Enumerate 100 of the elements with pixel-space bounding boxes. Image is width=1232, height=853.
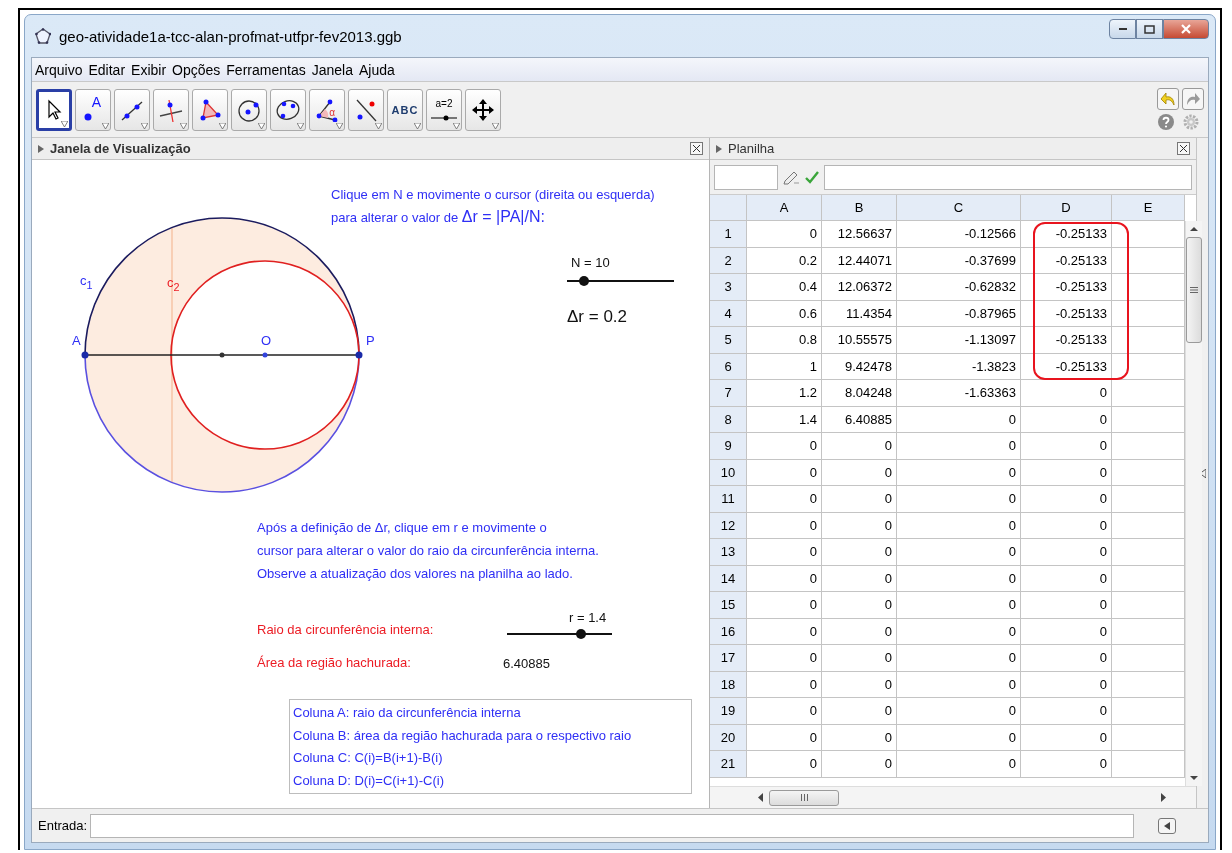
menu-item[interactable]: Opções bbox=[172, 60, 221, 79]
table-cell: 0 bbox=[897, 512, 1021, 539]
table-cell: 0 bbox=[747, 618, 822, 645]
menu-item[interactable]: Exibir bbox=[131, 60, 167, 79]
column-header[interactable]: E bbox=[1112, 195, 1185, 221]
menu-item[interactable]: Janela bbox=[311, 60, 353, 79]
tool-button[interactable]: a=2 bbox=[426, 88, 462, 131]
tool-button[interactable] bbox=[192, 88, 228, 131]
expand-icon[interactable] bbox=[38, 144, 44, 153]
tool-button[interactable] bbox=[114, 88, 150, 131]
expand-icon[interactable] bbox=[716, 144, 722, 153]
move-icon bbox=[471, 97, 495, 122]
minimize-icon bbox=[1118, 28, 1127, 30]
row-header[interactable]: 21 bbox=[710, 751, 747, 778]
table-cell: 0 bbox=[897, 751, 1021, 778]
tool-button[interactable] bbox=[465, 88, 501, 131]
column-header[interactable]: C bbox=[897, 195, 1021, 221]
table-cell: 0 bbox=[822, 618, 897, 645]
row-header[interactable]: 19 bbox=[710, 698, 747, 725]
arrow-icon bbox=[1164, 821, 1170, 830]
table-cell: 0.4 bbox=[747, 274, 822, 301]
slider-thumb[interactable] bbox=[575, 629, 586, 639]
row-header[interactable]: 12 bbox=[710, 512, 747, 539]
row-header[interactable]: 4 bbox=[710, 300, 747, 327]
menu-item[interactable]: Arquivo bbox=[35, 60, 83, 79]
menu-item[interactable]: Editar bbox=[88, 60, 126, 79]
pencil-icon[interactable] bbox=[782, 169, 800, 185]
row-header[interactable]: 6 bbox=[710, 353, 747, 380]
menu-item[interactable]: Ferramentas bbox=[226, 60, 306, 79]
center-point[interactable] bbox=[219, 352, 225, 358]
slider-thumb[interactable] bbox=[579, 276, 590, 286]
maximize-button[interactable] bbox=[1136, 19, 1163, 39]
row-header[interactable]: 11 bbox=[710, 486, 747, 513]
horizontal-scrollbar[interactable] bbox=[710, 786, 1196, 808]
row-header[interactable]: 20 bbox=[710, 724, 747, 751]
dropdown-icon bbox=[453, 122, 460, 129]
vertical-scrollbar[interactable] bbox=[1185, 221, 1202, 786]
tool-button[interactable] bbox=[231, 88, 267, 131]
point[interactable] bbox=[355, 351, 363, 359]
cell-name-field[interactable] bbox=[714, 164, 778, 190]
panel-close-button[interactable] bbox=[690, 142, 703, 155]
redo-button[interactable] bbox=[1182, 88, 1204, 110]
scroll-right-icon[interactable] bbox=[1161, 793, 1166, 802]
table-cell: 0.6 bbox=[747, 300, 822, 327]
row-header[interactable]: 13 bbox=[710, 539, 747, 566]
row-header[interactable]: 5 bbox=[710, 327, 747, 354]
point[interactable] bbox=[262, 352, 268, 358]
table-cell: 0 bbox=[1021, 459, 1112, 486]
row-header[interactable]: 16 bbox=[710, 618, 747, 645]
check-icon[interactable] bbox=[804, 169, 820, 185]
close-button[interactable] bbox=[1163, 19, 1209, 39]
tool-button[interactable] bbox=[348, 88, 384, 131]
menu-item[interactable]: Ajuda bbox=[358, 60, 395, 79]
scroll-up-icon[interactable] bbox=[1190, 227, 1198, 231]
table-cell: 0 bbox=[897, 459, 1021, 486]
row-header[interactable]: 9 bbox=[710, 433, 747, 460]
table-cell: 1 bbox=[747, 353, 822, 380]
row-header[interactable]: 15 bbox=[710, 592, 747, 619]
scroll-down-icon[interactable] bbox=[1190, 776, 1198, 780]
minimize-button[interactable] bbox=[1109, 19, 1136, 39]
column-header[interactable]: B bbox=[822, 195, 897, 221]
scroll-thumb[interactable] bbox=[1186, 237, 1202, 343]
scroll-thumb[interactable] bbox=[769, 789, 839, 806]
table-cell: -0.25133 bbox=[1021, 274, 1112, 301]
formula-field[interactable] bbox=[824, 164, 1192, 190]
row-header[interactable]: 2 bbox=[710, 247, 747, 274]
input-field[interactable] bbox=[90, 813, 1135, 838]
tool-button[interactable]: ABC bbox=[387, 88, 423, 131]
grip-icon bbox=[1190, 287, 1198, 293]
collapse-icon[interactable] bbox=[1199, 468, 1206, 478]
row-header[interactable]: 1 bbox=[710, 221, 747, 248]
point-label: A bbox=[91, 93, 101, 110]
table-cell: 0 bbox=[822, 565, 897, 592]
undo-button[interactable] bbox=[1157, 88, 1179, 110]
column-header[interactable]: A bbox=[747, 195, 822, 221]
help-icon[interactable] bbox=[1157, 113, 1175, 131]
tool-button[interactable] bbox=[270, 88, 306, 131]
scroll-left-icon[interactable] bbox=[758, 793, 763, 802]
row-header[interactable]: 8 bbox=[710, 406, 747, 433]
tool-button[interactable] bbox=[153, 88, 189, 131]
legend-line: Coluna B: área da região hachurada para o respectivo raio bbox=[293, 726, 633, 745]
input-label: Entrada: bbox=[38, 818, 88, 833]
row-header[interactable]: 10 bbox=[710, 459, 747, 486]
panel-title: Janela de Visualização bbox=[50, 141, 191, 156]
tool-button[interactable]: α bbox=[309, 88, 345, 131]
row-header[interactable]: 3 bbox=[710, 274, 747, 301]
tool-button[interactable]: A bbox=[75, 88, 111, 131]
column-header[interactable]: D bbox=[1021, 195, 1112, 221]
table-cell: 0 bbox=[822, 671, 897, 698]
keyboard-button[interactable] bbox=[1158, 817, 1176, 834]
row-header[interactable]: 7 bbox=[710, 380, 747, 407]
table-cell: 0 bbox=[897, 565, 1021, 592]
row-header[interactable]: 17 bbox=[710, 645, 747, 672]
panel-close-button[interactable] bbox=[1177, 142, 1190, 155]
row-header[interactable]: 18 bbox=[710, 671, 747, 698]
point[interactable] bbox=[81, 351, 89, 359]
row-header[interactable]: 14 bbox=[710, 565, 747, 592]
table-cell: 10.55575 bbox=[822, 327, 897, 354]
instruction-paragraph: Após a definição de Δr, clique em r e movimente o cursor para alterar o valor do raio da circunferência interna. Observe a atualização dos valores na planilha ao lado. bbox=[257, 519, 599, 583]
tool-button[interactable] bbox=[36, 88, 72, 131]
